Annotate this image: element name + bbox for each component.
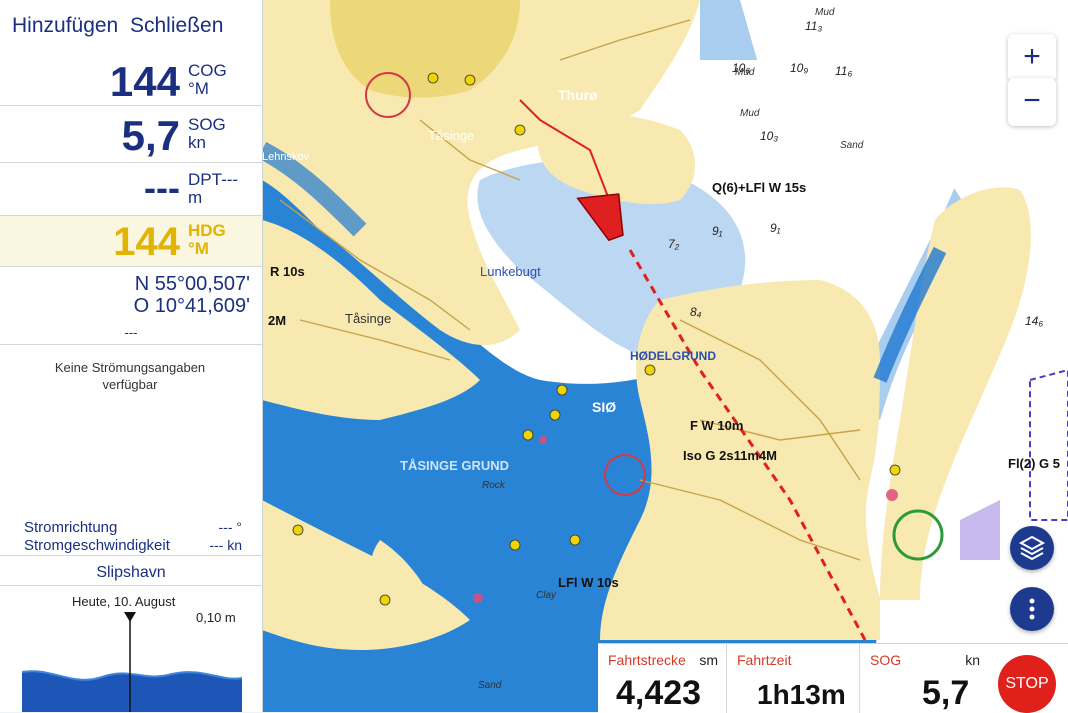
map-depth-10: 9₁ — [770, 221, 781, 235]
map-depth-1: 10₆ — [732, 61, 750, 75]
map-depth-7: 7₂ — [668, 237, 680, 251]
trip-time-label: Fahrtzeit — [737, 652, 792, 668]
map-light-6: 2M — [268, 313, 286, 328]
close-button[interactable]: Schließen — [130, 14, 223, 38]
tide-date: Heute, 10. August — [72, 594, 176, 609]
tide-now-marker-icon — [124, 612, 136, 622]
map-seabed-sand-1: Sand — [840, 140, 864, 151]
map-light-2: F W 10m — [690, 418, 743, 433]
stop-button[interactable]: STOP — [998, 655, 1056, 713]
layers-button[interactable] — [1010, 526, 1054, 570]
layers-icon — [1018, 535, 1046, 561]
hdg-label: HDG — [188, 221, 226, 240]
current-speed-label: Stromgeschwindigkeit — [24, 537, 170, 554]
tide-graph — [22, 612, 242, 712]
hdg-unit: °M — [188, 239, 209, 258]
latitude-value: N 55°00,507' — [134, 273, 250, 295]
trip-distance-value: 4,423 — [616, 674, 702, 712]
trip-distance-unit: sm — [699, 652, 718, 668]
map-label-tasinge-1: Tåsinge — [428, 128, 474, 143]
cog-unit: °M — [188, 79, 209, 98]
zoom-in-button[interactable]: + — [1008, 34, 1056, 82]
map-light-1: Q(6)+LFl W 15s — [712, 180, 806, 195]
trip-distance-label: Fahrtstrecke — [608, 652, 686, 668]
trip-sog-unit: kn — [965, 652, 980, 668]
add-button[interactable]: Hinzufügen — [12, 14, 118, 38]
map-seabed-mud-3: Mud — [740, 108, 760, 119]
map-depth-3: 11₆ — [835, 64, 852, 78]
map-label-tasinge-caps: TÅSINGE — [520, 332, 582, 348]
dpt-value: --- — [144, 167, 180, 208]
map-label-tasinge-grund: TÅSINGE GRUND — [400, 458, 509, 473]
position-extra: --- — [124, 325, 138, 340]
map-label-lehnskov: Lehnskov — [262, 151, 310, 163]
sog-unit: kn — [188, 133, 206, 152]
map-label-tasinge-2: Tåsinge — [345, 311, 391, 326]
map-seabed-sand-2: Sand — [478, 680, 502, 691]
map-seabed-rock-1: Rock — [482, 480, 506, 491]
map-light-4: LFl W 10s — [558, 575, 619, 590]
map-seabed-mud-1: Mud — [815, 7, 835, 18]
position-row[interactable]: N 55°00,507' O 10°41,609' --- — [0, 267, 262, 345]
cog-label: COG — [188, 61, 227, 80]
map-label-hodelgrund: HØDELGRUND — [630, 349, 716, 363]
instrument-panel: Hinzufügen Schließen 144 COG °M 5,7 SOG … — [0, 0, 263, 712]
current-speed-value: --- kn — [209, 537, 242, 553]
trip-time-cell[interactable]: Fahrtzeit 1h13m — [727, 644, 860, 713]
hdg-value: 144 — [113, 220, 180, 264]
map-light-7: Fl(2) G 5 — [1008, 456, 1060, 471]
zoom-out-button[interactable]: − — [1008, 78, 1056, 126]
current-row[interactable]: Keine Strömungsangaben verfügbar Stromri… — [0, 345, 262, 556]
dpt-label-suffix: --- — [221, 170, 239, 189]
cog-value: 144 — [109, 58, 180, 105]
map-label-thuro: Thurø — [558, 87, 598, 103]
trip-sog-value: 5,7 — [922, 674, 970, 712]
sog-value: 5,7 — [121, 112, 180, 159]
map-seabed-clay-1: Clay — [536, 590, 557, 601]
trip-sog-label: SOG — [870, 652, 902, 668]
map-depth-8: 14₆ — [1025, 314, 1043, 328]
map-depth-2: 10₉ — [790, 61, 808, 75]
trip-distance-cell[interactable]: Fahrtstrecke sm 4,423 — [598, 644, 727, 713]
sog-row[interactable]: 5,7 SOG kn — [0, 106, 262, 163]
map-depth-9: 8₄ — [690, 305, 702, 319]
panel-topbar: Hinzufügen Schließen — [0, 0, 262, 52]
dpt-label: DPT--- — [188, 170, 239, 189]
map-depth-6: 9₁ — [712, 224, 723, 238]
dpt-unit: m — [188, 188, 203, 207]
sog-label: SOG — [188, 115, 226, 134]
dpt-row[interactable]: --- DPT--- m — [0, 163, 262, 216]
current-message: Keine Strömungsangaben verfügbar — [54, 360, 206, 392]
current-direction-value: --- ° — [218, 519, 242, 535]
trip-time-value: 1h13m — [757, 679, 846, 710]
map-depth-4: 10₃ — [760, 129, 778, 143]
map-label-sio: SIØ — [592, 399, 616, 415]
trip-sog-cell[interactable]: SOG kn 5,7 — [860, 644, 988, 713]
current-direction-label: Stromrichtung — [24, 519, 118, 536]
tide-station-name: Slipshavn — [96, 564, 166, 581]
more-options-button[interactable] — [1010, 587, 1054, 631]
cog-row[interactable]: 144 COG °M — [0, 52, 262, 106]
map-label-lunkebugt: Lunkebugt — [480, 264, 541, 279]
more-vertical-icon — [1029, 598, 1035, 620]
map-light-3: Iso G 2s11m4M — [683, 448, 777, 463]
map-light-5: R 10s — [270, 264, 305, 279]
longitude-value: O 10°41,609' — [133, 295, 250, 317]
map-depth-5: 11₃ — [805, 19, 822, 33]
hdg-row[interactable]: 144 HDG °M — [0, 216, 262, 267]
